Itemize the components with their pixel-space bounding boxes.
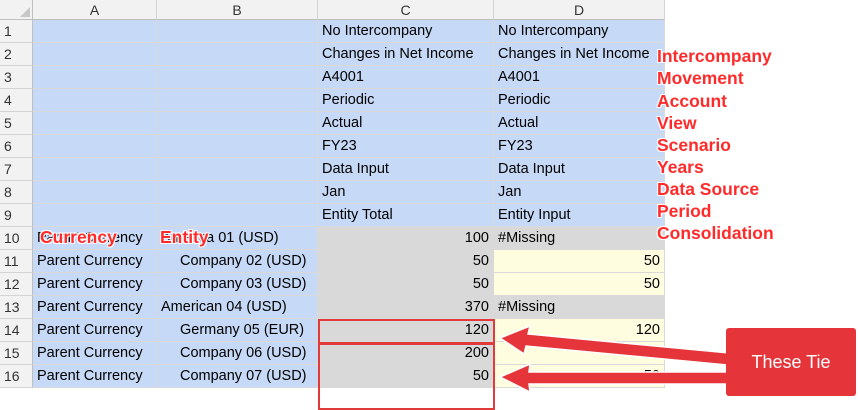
callout-these-tie: These Tie [726, 328, 856, 396]
arrow-lower [498, 362, 741, 394]
arrow-upper [498, 324, 741, 367]
